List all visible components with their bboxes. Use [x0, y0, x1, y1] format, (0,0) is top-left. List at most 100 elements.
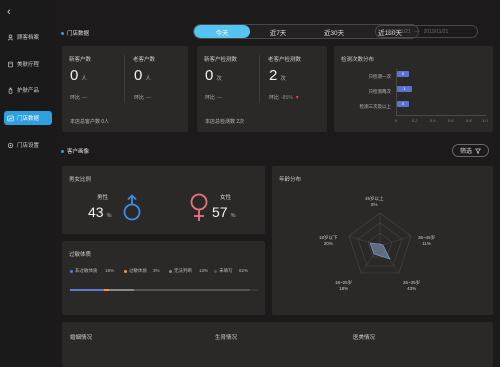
- divider: [259, 55, 260, 103]
- age-label-26-35: 26~35岁 43%: [403, 280, 421, 291]
- date-end: 2019/11/21: [423, 28, 449, 35]
- filter-button[interactable]: 筛选: [452, 144, 489, 157]
- customer-portrait-section-title: 客户画像: [61, 147, 89, 155]
- sidebar-item-label: 门店设置: [17, 143, 40, 149]
- new-detect-label: 新客户检测数: [204, 57, 238, 63]
- allergy-card-title: 过敏体质: [69, 252, 92, 258]
- settings-icon: [7, 142, 14, 148]
- bar-twice: 1: [397, 86, 412, 92]
- male-icon: [123, 194, 141, 221]
- gender-ratio-card: 男女比例 男性 43% 女性 57%: [62, 166, 265, 234]
- user-icon: [7, 33, 14, 41]
- old-detect-label: 老客户检测数: [268, 57, 302, 63]
- allergy-card: 过敏体质 非过敏体质 18% 过敏体质 3% 无法判断 13% 未填写 62%: [62, 241, 265, 315]
- male-label: 男性: [97, 195, 109, 201]
- new-customer-ring: 环比 —: [70, 95, 88, 101]
- segment-unknown: [109, 289, 134, 291]
- old-customer-label: 老客户数: [133, 57, 156, 63]
- x-tick: 0: [395, 118, 398, 123]
- total-detections: 本店总检测数 2次: [205, 119, 245, 125]
- age-card-title: 年龄分布: [279, 177, 302, 183]
- tab-30-days[interactable]: 近30天: [306, 25, 362, 38]
- age-radar-chart: [348, 212, 412, 274]
- legend-allergic: 过敏体质: [129, 268, 147, 273]
- x-axis: [396, 115, 486, 116]
- row-label-twice: 只检测两次: [368, 89, 392, 94]
- age-label-45-plus: 45岁以上 5%: [365, 196, 384, 207]
- divider: [124, 55, 125, 103]
- old-customer-value: 0人: [134, 67, 151, 84]
- tab-7-days[interactable]: 近7天: [250, 25, 306, 38]
- x-tick: 1.0: [482, 118, 488, 123]
- new-customer-value: 0人: [70, 67, 87, 84]
- age-label-under-18: 18岁以下 20%: [319, 235, 338, 246]
- row-label-once: 只检测一次: [368, 74, 392, 79]
- product-icon: [8, 87, 13, 94]
- legend-value: 3%: [153, 268, 160, 273]
- female-label: 女性: [220, 195, 232, 201]
- section-dot: [61, 149, 64, 153]
- chart-icon: [7, 115, 14, 121]
- segment-non-allergic: [70, 289, 104, 291]
- back-icon[interactable]: ‹: [7, 6, 11, 18]
- sidebar-item-label: 顾客档案: [17, 35, 40, 41]
- new-detect-value: 0次: [205, 67, 222, 84]
- x-tick: 0.8: [466, 118, 472, 123]
- date-separator: —: [414, 28, 420, 35]
- arrow-down-icon: ▼: [294, 95, 300, 101]
- tab-today[interactable]: 今天: [194, 25, 250, 38]
- detection-distribution-card: 检测次数分布 只检测一次 只检测两次 检测三次及以上 0 1 0 0 0.2 0…: [334, 46, 493, 132]
- date-range-picker[interactable]: 2019/11/21 — 2019/11/21: [375, 25, 478, 38]
- section-dot: [61, 31, 64, 35]
- marriage-title: 婚姻情况: [70, 335, 93, 341]
- legend-value: 18%: [105, 268, 115, 273]
- old-customer-ring: 环比 —: [134, 95, 152, 101]
- legend-value: 13%: [199, 268, 209, 273]
- new-customer-label: 新客户数: [69, 57, 92, 63]
- sidebar-item-store-settings[interactable]: 门店设置: [4, 138, 52, 152]
- old-detect-ring: 环比 -85% ▼: [269, 95, 300, 101]
- radar-axis: [379, 235, 412, 247]
- bar-three-plus: 0: [397, 101, 409, 107]
- sidebar-item-label: 门店数据: [17, 116, 40, 122]
- x-tick: 0.4: [430, 118, 436, 123]
- sidebar-item-label: 护肤产品: [17, 88, 40, 94]
- legend-value: 62%: [239, 268, 249, 273]
- sidebar-item-customer-files[interactable]: 顾客档案: [4, 30, 52, 44]
- detection-count-card: 新客户检测数 0次 环比 — 老客户检测数 2次 环比 -85% ▼ 本店总检测数 2…: [197, 46, 327, 132]
- skincare-icon: [8, 61, 13, 67]
- filter-icon: [475, 148, 481, 154]
- female-value: 57%: [212, 204, 236, 220]
- x-tick: 0.2: [412, 118, 418, 123]
- female-icon: [190, 193, 208, 221]
- legend-dot-allergic: [124, 270, 127, 273]
- legend-non-allergic: 非过敏体质: [75, 268, 98, 273]
- male-value: 43%: [88, 204, 112, 220]
- bottom-stats-card: 婚姻情况 生育情况 医美情况: [62, 322, 493, 367]
- legend-unknown: 无法判断: [174, 268, 192, 273]
- legend-dot-unfilled: [214, 270, 217, 273]
- sidebar-item-skincare-products[interactable]: 护肤产品: [4, 83, 52, 97]
- date-start: 2019/11/21: [386, 28, 411, 35]
- beauty-title: 医美情况: [353, 335, 376, 341]
- segment-unfilled: [133, 289, 251, 291]
- main-content: 门店数据 今天 近7天 近30天 近180天 2019/11/21 — 2019…: [55, 0, 500, 367]
- total-customers: 本店总客户数 0人: [70, 119, 110, 125]
- sidebar: ‹ 顾客档案 美肤疗程 护肤产品 门店数据 门店设置: [0, 0, 55, 367]
- gender-card-title: 男女比例: [69, 177, 92, 183]
- age-distribution-card: 年龄分布 45岁以上 5% 36~45岁 11% 26~35岁 43% 18~25岁 1…: [272, 166, 493, 315]
- store-data-section-title: 门店数据: [61, 29, 89, 37]
- sidebar-item-store-data[interactable]: 门店数据: [4, 111, 52, 125]
- x-tick: 0.6: [448, 118, 454, 123]
- bar-once: 0: [397, 71, 409, 77]
- legend-unfilled: 未填写: [219, 268, 233, 273]
- row-label-three-plus: 检测三次及以上: [359, 104, 392, 109]
- age-label-18-25: 18~25岁 18%: [335, 280, 353, 291]
- sidebar-item-skincare-course[interactable]: 美肤疗程: [4, 57, 52, 71]
- detect-dist-title: 检测次数分布: [341, 57, 375, 63]
- sidebar-item-label: 美肤疗程: [17, 62, 40, 68]
- customer-count-card: 新客户数 0人 环比 — 老客户数 0人 环比 — 本店总客户数 0人: [62, 46, 188, 132]
- allergy-progress-bar: [70, 289, 258, 291]
- new-detect-ring: 环比 —: [205, 95, 223, 101]
- legend-dot-non-allergic: [70, 270, 73, 273]
